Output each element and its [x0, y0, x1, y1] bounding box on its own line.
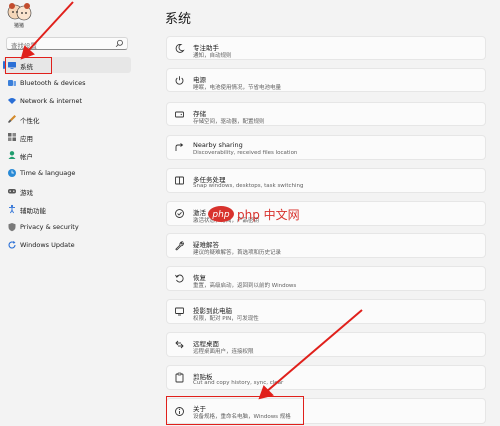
- bluetooth-icon: [8, 80, 16, 86]
- card-description: Cut and copy history, sync, clear: [193, 380, 284, 386]
- sidebar-item-network[interactable]: Network & internet: [3, 93, 131, 109]
- card-description: 重置，高级启动，返回到以前的 Windows: [193, 283, 297, 289]
- svg-text:php: php: [211, 210, 229, 220]
- update-icon: [8, 241, 16, 249]
- card-description: 权限，配对 PIN，可发现性: [193, 316, 259, 322]
- setting-card-storage[interactable]: 存储 存储空间，驱动器，配置规则: [166, 102, 486, 126]
- brush-icon: [8, 115, 16, 123]
- card-description: 建议的疑难解答，首选项和历史记录: [193, 250, 282, 256]
- setting-card-nearby-sharing[interactable]: Nearby sharing Discoverability, received…: [166, 135, 486, 160]
- card-description: Discoverability, received files location: [193, 150, 298, 156]
- search-icon[interactable]: [115, 39, 124, 48]
- setting-card-recovery[interactable]: 恢复 重置，高级启动，返回到以前的 Windows: [166, 266, 486, 291]
- card-description: Snap windows, desktops, task switching: [193, 183, 304, 189]
- check-circle-icon: [175, 209, 184, 218]
- search-placeholder: 查找设置: [11, 42, 37, 50]
- user-name: 猪猪: [13, 23, 24, 29]
- multitask-icon: [175, 176, 184, 185]
- sidebar-item-gaming[interactable]: 游戏: [3, 183, 131, 199]
- card-description: 睡眠，电池使用情况，节省电池电量: [193, 85, 282, 91]
- setting-card-project-to-pc[interactable]: 投影到此电脑 权限，配对 PIN，可发现性: [166, 299, 486, 324]
- sidebar-item-accessibility[interactable]: 辅助功能: [3, 201, 131, 217]
- sidebar-item-privacy-security[interactable]: Privacy & security: [3, 219, 131, 235]
- sidebar-item-personalization[interactable]: 个性化: [3, 111, 131, 127]
- sidebar-item-label: 个性化: [20, 117, 40, 125]
- sidebar-item-label: Network & internet: [20, 97, 83, 105]
- wifi-icon: [8, 98, 16, 104]
- sidebar-item-label: Bluetooth & devices: [20, 79, 86, 87]
- sidebar-item-label: Windows Update: [20, 241, 75, 249]
- remote-desktop-icon: [175, 340, 184, 349]
- globe-clock-icon: [8, 169, 16, 177]
- project-icon: [175, 307, 184, 316]
- card-description: 远程桌面用户，连接权限: [193, 349, 254, 355]
- share-icon: [175, 143, 184, 151]
- apps-icon: [8, 133, 16, 141]
- setting-card-focus-assist[interactable]: 专注助手 通知，自动规则: [166, 36, 486, 60]
- card-description: 存储空间，驱动器，配置规则: [193, 119, 265, 125]
- watermark-text: php 中文网: [237, 208, 300, 222]
- setting-card-power[interactable]: 电源 睡眠，电池使用情况，节省电池电量: [166, 68, 486, 92]
- shield-icon: [8, 223, 16, 232]
- person-icon: [8, 151, 16, 159]
- gamepad-icon: [8, 189, 16, 194]
- sidebar-item-label: Time & language: [20, 169, 76, 177]
- sidebar-item-label: 帐户: [20, 153, 33, 161]
- setting-card-clipboard[interactable]: 剪贴板 Cut and copy history, sync, clear: [166, 365, 486, 390]
- setting-card-troubleshoot[interactable]: 疑难解答 建议的疑难解答，首选项和历史记录: [166, 233, 486, 258]
- sidebar-item-windows-update[interactable]: Windows Update: [3, 237, 131, 253]
- clipboard-icon: [175, 372, 184, 383]
- accessibility-icon: [9, 204, 15, 214]
- sidebar-item-time-language[interactable]: Time & language: [3, 165, 131, 181]
- search-input[interactable]: 查找设置: [6, 37, 128, 50]
- power-icon: [175, 75, 184, 85]
- sidebar-item-bluetooth[interactable]: Bluetooth & devices: [3, 75, 131, 91]
- page-title: 系统: [165, 12, 192, 27]
- sidebar-item-apps[interactable]: 应用: [3, 129, 131, 145]
- recovery-icon: [175, 274, 184, 283]
- moon-icon: [175, 43, 185, 53]
- watermark-logo: php php 中文网: [207, 204, 300, 224]
- sidebar-item-label: 应用: [20, 135, 33, 143]
- setting-card-remote-desktop[interactable]: 远程桌面 远程桌面用户，连接权限: [166, 332, 486, 357]
- sidebar-item-accounts[interactable]: 帐户: [3, 147, 131, 163]
- storage-icon: [175, 111, 184, 117]
- sidebar-item-label: 游戏: [20, 189, 33, 197]
- annotation-box-system: [5, 57, 52, 74]
- card-title: Nearby sharing: [193, 141, 243, 149]
- annotation-box-about: [166, 396, 304, 425]
- card-description: 通知，自动规则: [193, 53, 232, 59]
- sidebar-item-label: Privacy & security: [20, 223, 79, 231]
- sidebar-item-label: 辅助功能: [20, 207, 46, 215]
- setting-card-multitasking[interactable]: 多任务处理 Snap windows, desktops, task switc…: [166, 168, 486, 193]
- wrench-icon: [175, 241, 184, 251]
